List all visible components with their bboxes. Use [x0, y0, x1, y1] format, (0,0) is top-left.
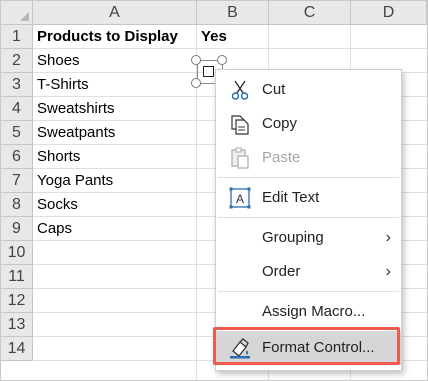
cell-a7[interactable]: Yoga Pants	[33, 169, 197, 193]
menu-separator	[218, 217, 399, 218]
column-header-b[interactable]: B	[197, 1, 269, 25]
chevron-right-icon: ›	[385, 229, 391, 246]
row-header-11[interactable]: 11	[1, 265, 33, 289]
cell-a3[interactable]: T-Shirts	[33, 73, 197, 97]
cell-a2[interactable]: Shoes	[33, 49, 197, 73]
row-header-14[interactable]: 14	[1, 337, 33, 361]
row-header-6[interactable]: 6	[1, 145, 33, 169]
row-header-10[interactable]: 10	[1, 241, 33, 265]
cell-a5[interactable]: Sweatpants	[33, 121, 197, 145]
row-header-5[interactable]: 5	[1, 121, 33, 145]
menu-separator	[218, 177, 399, 178]
menu-item-label: Order	[262, 263, 301, 280]
column-header-c[interactable]: C	[269, 1, 351, 25]
row-header-1[interactable]: 1	[1, 25, 33, 49]
cell-b1[interactable]: Yes	[197, 25, 269, 49]
menu-separator	[218, 291, 399, 292]
cell-a6[interactable]: Shorts	[33, 145, 197, 169]
menu-item-grouping[interactable]: Grouping ›	[216, 221, 401, 255]
menu-item-label: Edit Text	[262, 189, 320, 206]
format-control-highlight-box	[213, 327, 400, 365]
copy-icon	[228, 113, 252, 135]
excel-window: A B C D 1 2 3 4 5 6 7 8 9 10 11 12 13 14	[0, 0, 428, 381]
resize-handle-top-right[interactable]	[217, 55, 227, 65]
column-header-d[interactable]: D	[351, 1, 427, 25]
row-header-9[interactable]: 9	[1, 217, 33, 241]
menu-item-paste[interactable]: Paste	[216, 141, 401, 175]
row-header-8[interactable]: 8	[1, 193, 33, 217]
paste-icon	[228, 147, 252, 169]
cell-a8[interactable]: Socks	[33, 193, 197, 217]
menu-item-cut[interactable]: Cut	[216, 73, 401, 107]
menu-item-edit-text[interactable]: A Edit Text	[216, 181, 401, 215]
column-header-a[interactable]: A	[33, 1, 197, 25]
cell-a9[interactable]: Caps	[33, 217, 197, 241]
resize-handle-bottom-left[interactable]	[191, 78, 201, 88]
scissors-icon	[228, 79, 252, 101]
row-header-3[interactable]: 3	[1, 73, 33, 97]
row-header-12[interactable]: 12	[1, 289, 33, 313]
menu-item-copy[interactable]: Copy	[216, 107, 401, 141]
edit-text-icon: A	[228, 187, 252, 209]
menu-item-order[interactable]: Order ›	[216, 255, 401, 289]
context-menu: Cut Copy Paste A Edit Text Grouping › Or…	[215, 69, 402, 371]
svg-text:A: A	[236, 192, 244, 206]
menu-item-label: Assign Macro...	[262, 303, 366, 320]
menu-item-label: Cut	[262, 81, 286, 98]
menu-item-label: Paste	[262, 149, 301, 166]
chevron-right-icon: ›	[385, 263, 391, 280]
row-header-4[interactable]: 4	[1, 97, 33, 121]
select-all-corner[interactable]	[1, 1, 33, 25]
checkbox-control[interactable]	[203, 66, 214, 77]
cell-a1[interactable]: Products to Display	[33, 25, 197, 49]
menu-item-label: Grouping	[262, 229, 324, 246]
row-header-13[interactable]: 13	[1, 313, 33, 337]
row-header-7[interactable]: 7	[1, 169, 33, 193]
cell-a4[interactable]: Sweatshirts	[33, 97, 197, 121]
menu-item-label: Copy	[262, 115, 298, 132]
resize-handle-top-left[interactable]	[191, 55, 201, 65]
row-header-2[interactable]: 2	[1, 49, 33, 73]
menu-item-assign-macro[interactable]: Assign Macro...	[216, 295, 401, 329]
